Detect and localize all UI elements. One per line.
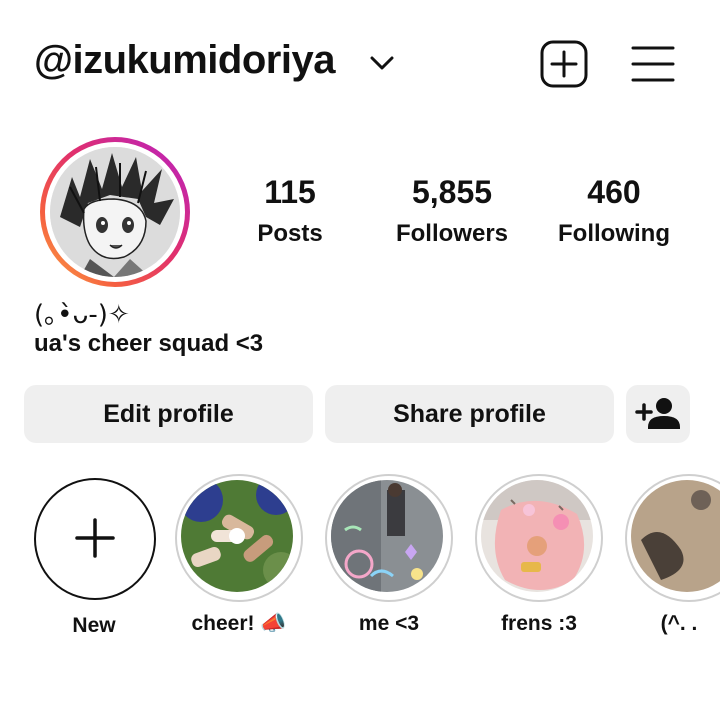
stat-following[interactable]: 460 Following	[529, 172, 699, 252]
person-add-icon	[635, 398, 680, 429]
highlight-image	[331, 480, 443, 592]
bio-kaomoji: (｡•̀ᴗ-)✧	[34, 300, 130, 330]
highlight-label-new: New	[72, 614, 116, 637]
new-highlight-button[interactable]	[34, 478, 156, 600]
share-profile-button[interactable]: Share profile	[325, 385, 614, 443]
chevron-down-icon[interactable]	[368, 52, 396, 74]
plus-square-icon[interactable]	[540, 40, 588, 88]
highlight-label-me: me <3	[358, 612, 420, 635]
username[interactable]: @izukumidoriya	[34, 38, 335, 83]
highlight-image	[181, 480, 293, 592]
avatar[interactable]	[40, 137, 190, 287]
avatar-image	[50, 147, 180, 277]
followers-label: Followers	[395, 220, 509, 247]
highlight-label-partial: (^. .	[660, 612, 698, 635]
posts-count: 115	[264, 174, 316, 210]
posts-label: Posts	[257, 220, 323, 247]
stat-followers[interactable]: 5,855 Followers	[367, 172, 537, 252]
plus-icon	[75, 518, 115, 558]
edit-profile-button[interactable]: Edit profile	[24, 385, 313, 443]
discover-people-button[interactable]	[626, 385, 690, 443]
stat-posts[interactable]: 115 Posts	[205, 172, 375, 252]
bio-text: ua's cheer squad <3	[34, 330, 264, 357]
profile-header: @izukumidoriya	[0, 0, 720, 130]
highlight-image	[481, 480, 593, 592]
following-label: Following	[558, 220, 670, 247]
highlight-label-cheer: cheer! 📣	[191, 612, 287, 635]
highlight-label-frens: frens :3	[501, 612, 577, 635]
followers-count: 5,855	[411, 174, 493, 210]
hamburger-menu-icon[interactable]	[630, 44, 676, 84]
following-count: 460	[587, 174, 641, 210]
